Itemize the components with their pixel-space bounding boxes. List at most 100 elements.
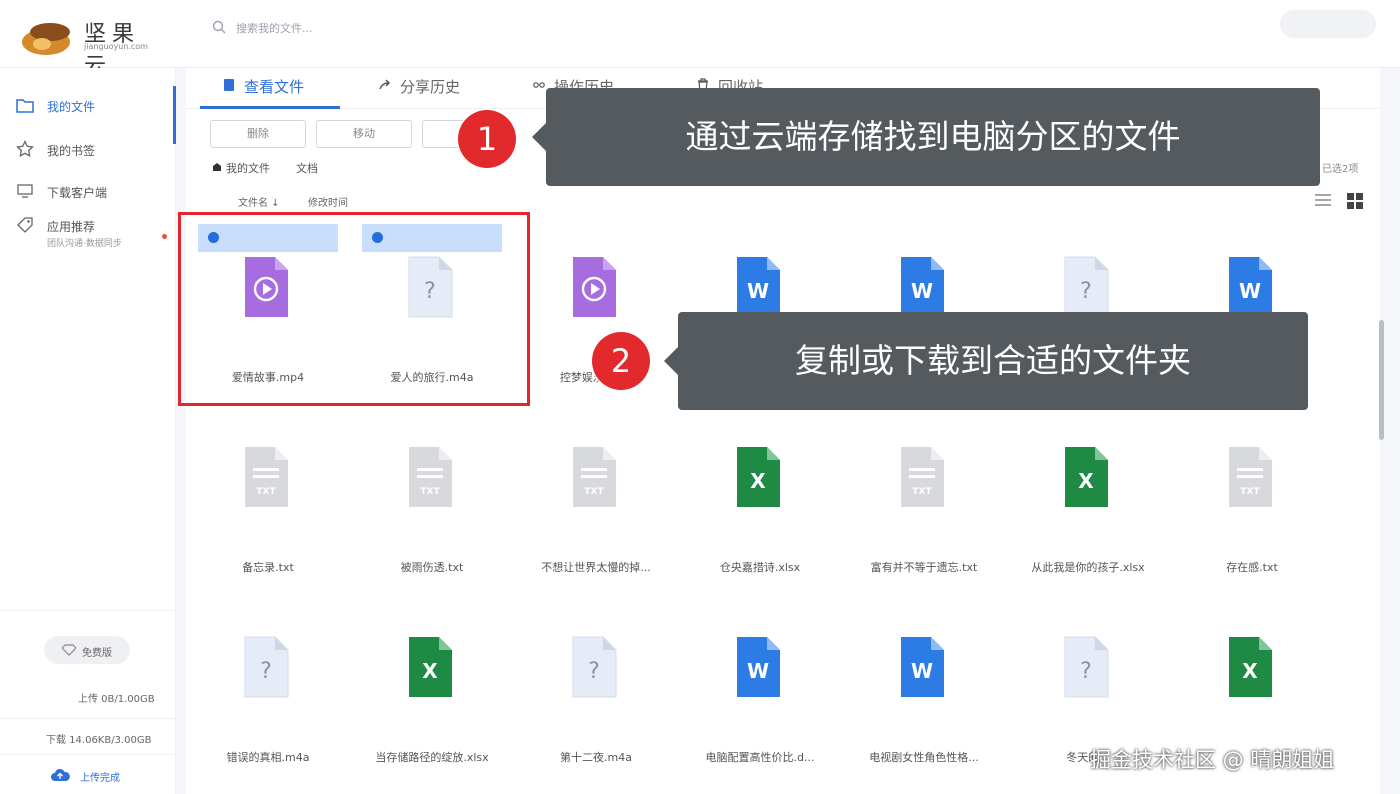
sidebar-item-label: 我的书签: [47, 144, 96, 158]
tag-icon: [17, 217, 33, 233]
svg-text:X: X: [1078, 469, 1094, 493]
scrollbar[interactable]: [1379, 320, 1384, 440]
sidebar-item-my-files[interactable]: 我的文件: [0, 86, 176, 144]
grid-view-icon[interactable]: [1346, 192, 1364, 210]
divider: [0, 718, 176, 719]
file-item[interactable]: X 当存储路径的绽放.xlsx: [350, 596, 490, 772]
svg-text:W: W: [747, 279, 769, 303]
file-name: 备忘录.txt: [242, 561, 294, 574]
unknown-file-icon: ?: [572, 636, 617, 698]
word-file-icon: W: [1229, 257, 1272, 317]
history-icon: [533, 82, 545, 88]
excel-file-icon: X: [409, 637, 452, 697]
file-item[interactable]: TXT 不想让世界太慢的掉...: [514, 406, 654, 582]
highlight-box: [178, 212, 530, 406]
step-badge-2: 2: [592, 332, 650, 390]
divider: [0, 610, 176, 611]
excel-file-icon: X: [1065, 447, 1108, 507]
list-view-icon[interactable]: [1314, 192, 1332, 208]
sort-by-modified[interactable]: 修改时间: [308, 194, 348, 209]
step-badge-1: 1: [458, 110, 516, 168]
search-placeholder: 搜索我的文件...: [236, 22, 313, 35]
star-icon: [16, 140, 34, 158]
file-item[interactable]: W 电视剧女性角色性格...: [842, 596, 982, 772]
sidebar-item-download-client[interactable]: 下载客户端: [0, 172, 176, 210]
sidebar: 我的文件 我的书签 下载客户端 应用推荐 团队沟通·数据同步 免费版 上传 0B…: [0, 68, 176, 794]
tab-share-history[interactable]: 分享历史: [378, 74, 498, 108]
file-name: 富有并不等于遗忘.txt: [870, 561, 978, 574]
move-button[interactable]: 移动: [316, 120, 412, 148]
tab-view-files[interactable]: 查看文件: [222, 74, 342, 108]
svg-text:TXT: TXT: [584, 487, 604, 497]
svg-text:W: W: [911, 659, 933, 683]
file-name: 电脑配置高性价比.d...: [705, 751, 815, 764]
svg-text:TXT: TXT: [1240, 487, 1260, 497]
file-item[interactable]: TXT 存在感.txt: [1170, 406, 1310, 582]
txt-file-icon: TXT: [409, 447, 452, 507]
file-item[interactable]: TXT 富有并不等于遗忘.txt: [842, 406, 982, 582]
sort-by-name[interactable]: 文件名 ↓: [238, 194, 280, 209]
annotation-text: 复制或下载到合适的文件夹: [795, 341, 1191, 380]
svg-text:X: X: [1242, 659, 1258, 683]
file-item[interactable]: W 电脑配置高性价比.d...: [678, 596, 818, 772]
file-name: 存在感.txt: [1226, 561, 1278, 574]
selected-count: 已选2项: [1322, 164, 1359, 175]
annotation-text: 通过云端存储找到电脑分区的文件: [685, 117, 1181, 156]
sidebar-item-sublabel: 团队沟通·数据同步: [47, 239, 122, 249]
breadcrumb-my-files[interactable]: 我的文件: [226, 160, 270, 176]
word-file-icon: W: [737, 257, 780, 317]
svg-text:W: W: [911, 279, 933, 303]
download-quota: 下载 14.06KB/3.00GB: [46, 735, 152, 746]
sidebar-item-app-recommend[interactable]: 应用推荐 团队沟通·数据同步: [0, 206, 176, 252]
app-logo[interactable]: 坚果云 jianguoyun.com: [20, 14, 160, 79]
svg-text:TXT: TXT: [912, 487, 932, 497]
nut-logo-icon: [22, 23, 70, 55]
sidebar-item-label: 应用推荐: [47, 220, 96, 234]
breadcrumb-documents[interactable]: 文档: [296, 160, 318, 176]
unknown-file-icon: ?: [1064, 256, 1109, 318]
upload-done-label[interactable]: 上传完成: [80, 769, 120, 784]
free-version-button[interactable]: 免费版: [44, 636, 130, 664]
file-name: 电视剧女性角色性格...: [869, 751, 979, 764]
file-name: 从此我是你的孩子.xlsx: [1031, 561, 1145, 574]
sidebar-item-label: 我的文件: [47, 100, 96, 114]
word-file-icon: W: [901, 257, 944, 317]
file-item[interactable]: ? 第十二夜.m4a: [514, 596, 654, 772]
annotation-callout-2: 复制或下载到合适的文件夹: [664, 312, 1308, 410]
divider: [0, 754, 176, 755]
file-item[interactable]: X 从此我是你的孩子.xlsx: [1006, 406, 1146, 582]
file-name: 第十二夜.m4a: [560, 751, 632, 764]
user-menu-button[interactable]: [1280, 10, 1376, 38]
svg-text:TXT: TXT: [420, 487, 440, 497]
svg-text:W: W: [1239, 279, 1261, 303]
sidebar-item-label: 下载客户端: [47, 186, 108, 200]
delete-button[interactable]: 删除: [210, 120, 306, 148]
svg-text:?: ?: [260, 659, 272, 684]
svg-text:?: ?: [1080, 279, 1092, 304]
search-input[interactable]: 搜索我的文件...: [212, 16, 572, 38]
file-item[interactable]: X 仓央嘉措诗.xlsx: [678, 406, 818, 582]
word-file-icon: W: [901, 637, 944, 697]
txt-file-icon: TXT: [1229, 447, 1272, 507]
word-file-icon: W: [737, 637, 780, 697]
file-name: 当存储路径的绽放.xlsx: [375, 751, 489, 764]
svg-text:?: ?: [1080, 659, 1092, 684]
monitor-icon: [17, 184, 33, 198]
notification-dot: [162, 234, 167, 239]
top-bar: 坚果云 jianguoyun.com 搜索我的文件...: [0, 0, 1400, 79]
share-icon: [379, 79, 390, 90]
search-icon: [212, 20, 226, 34]
file-item[interactable]: ? 错误的真相.m4a: [186, 596, 326, 772]
file-item[interactable]: TXT 备忘录.txt: [186, 406, 326, 582]
file-item[interactable]: TXT 被雨伤透.txt: [350, 406, 490, 582]
upload-quota: 上传 0B/1.00GB: [78, 694, 155, 705]
svg-text:W: W: [747, 659, 769, 683]
sidebar-item-bookmarks[interactable]: 我的书签: [0, 130, 176, 168]
txt-file-icon: TXT: [901, 447, 944, 507]
unknown-file-icon: ?: [1064, 636, 1109, 698]
svg-text:X: X: [750, 469, 766, 493]
svg-text:?: ?: [588, 659, 600, 684]
diamond-icon: [62, 644, 76, 656]
tab-label: 查看文件: [244, 78, 305, 96]
free-version-label: 免费版: [82, 648, 112, 659]
